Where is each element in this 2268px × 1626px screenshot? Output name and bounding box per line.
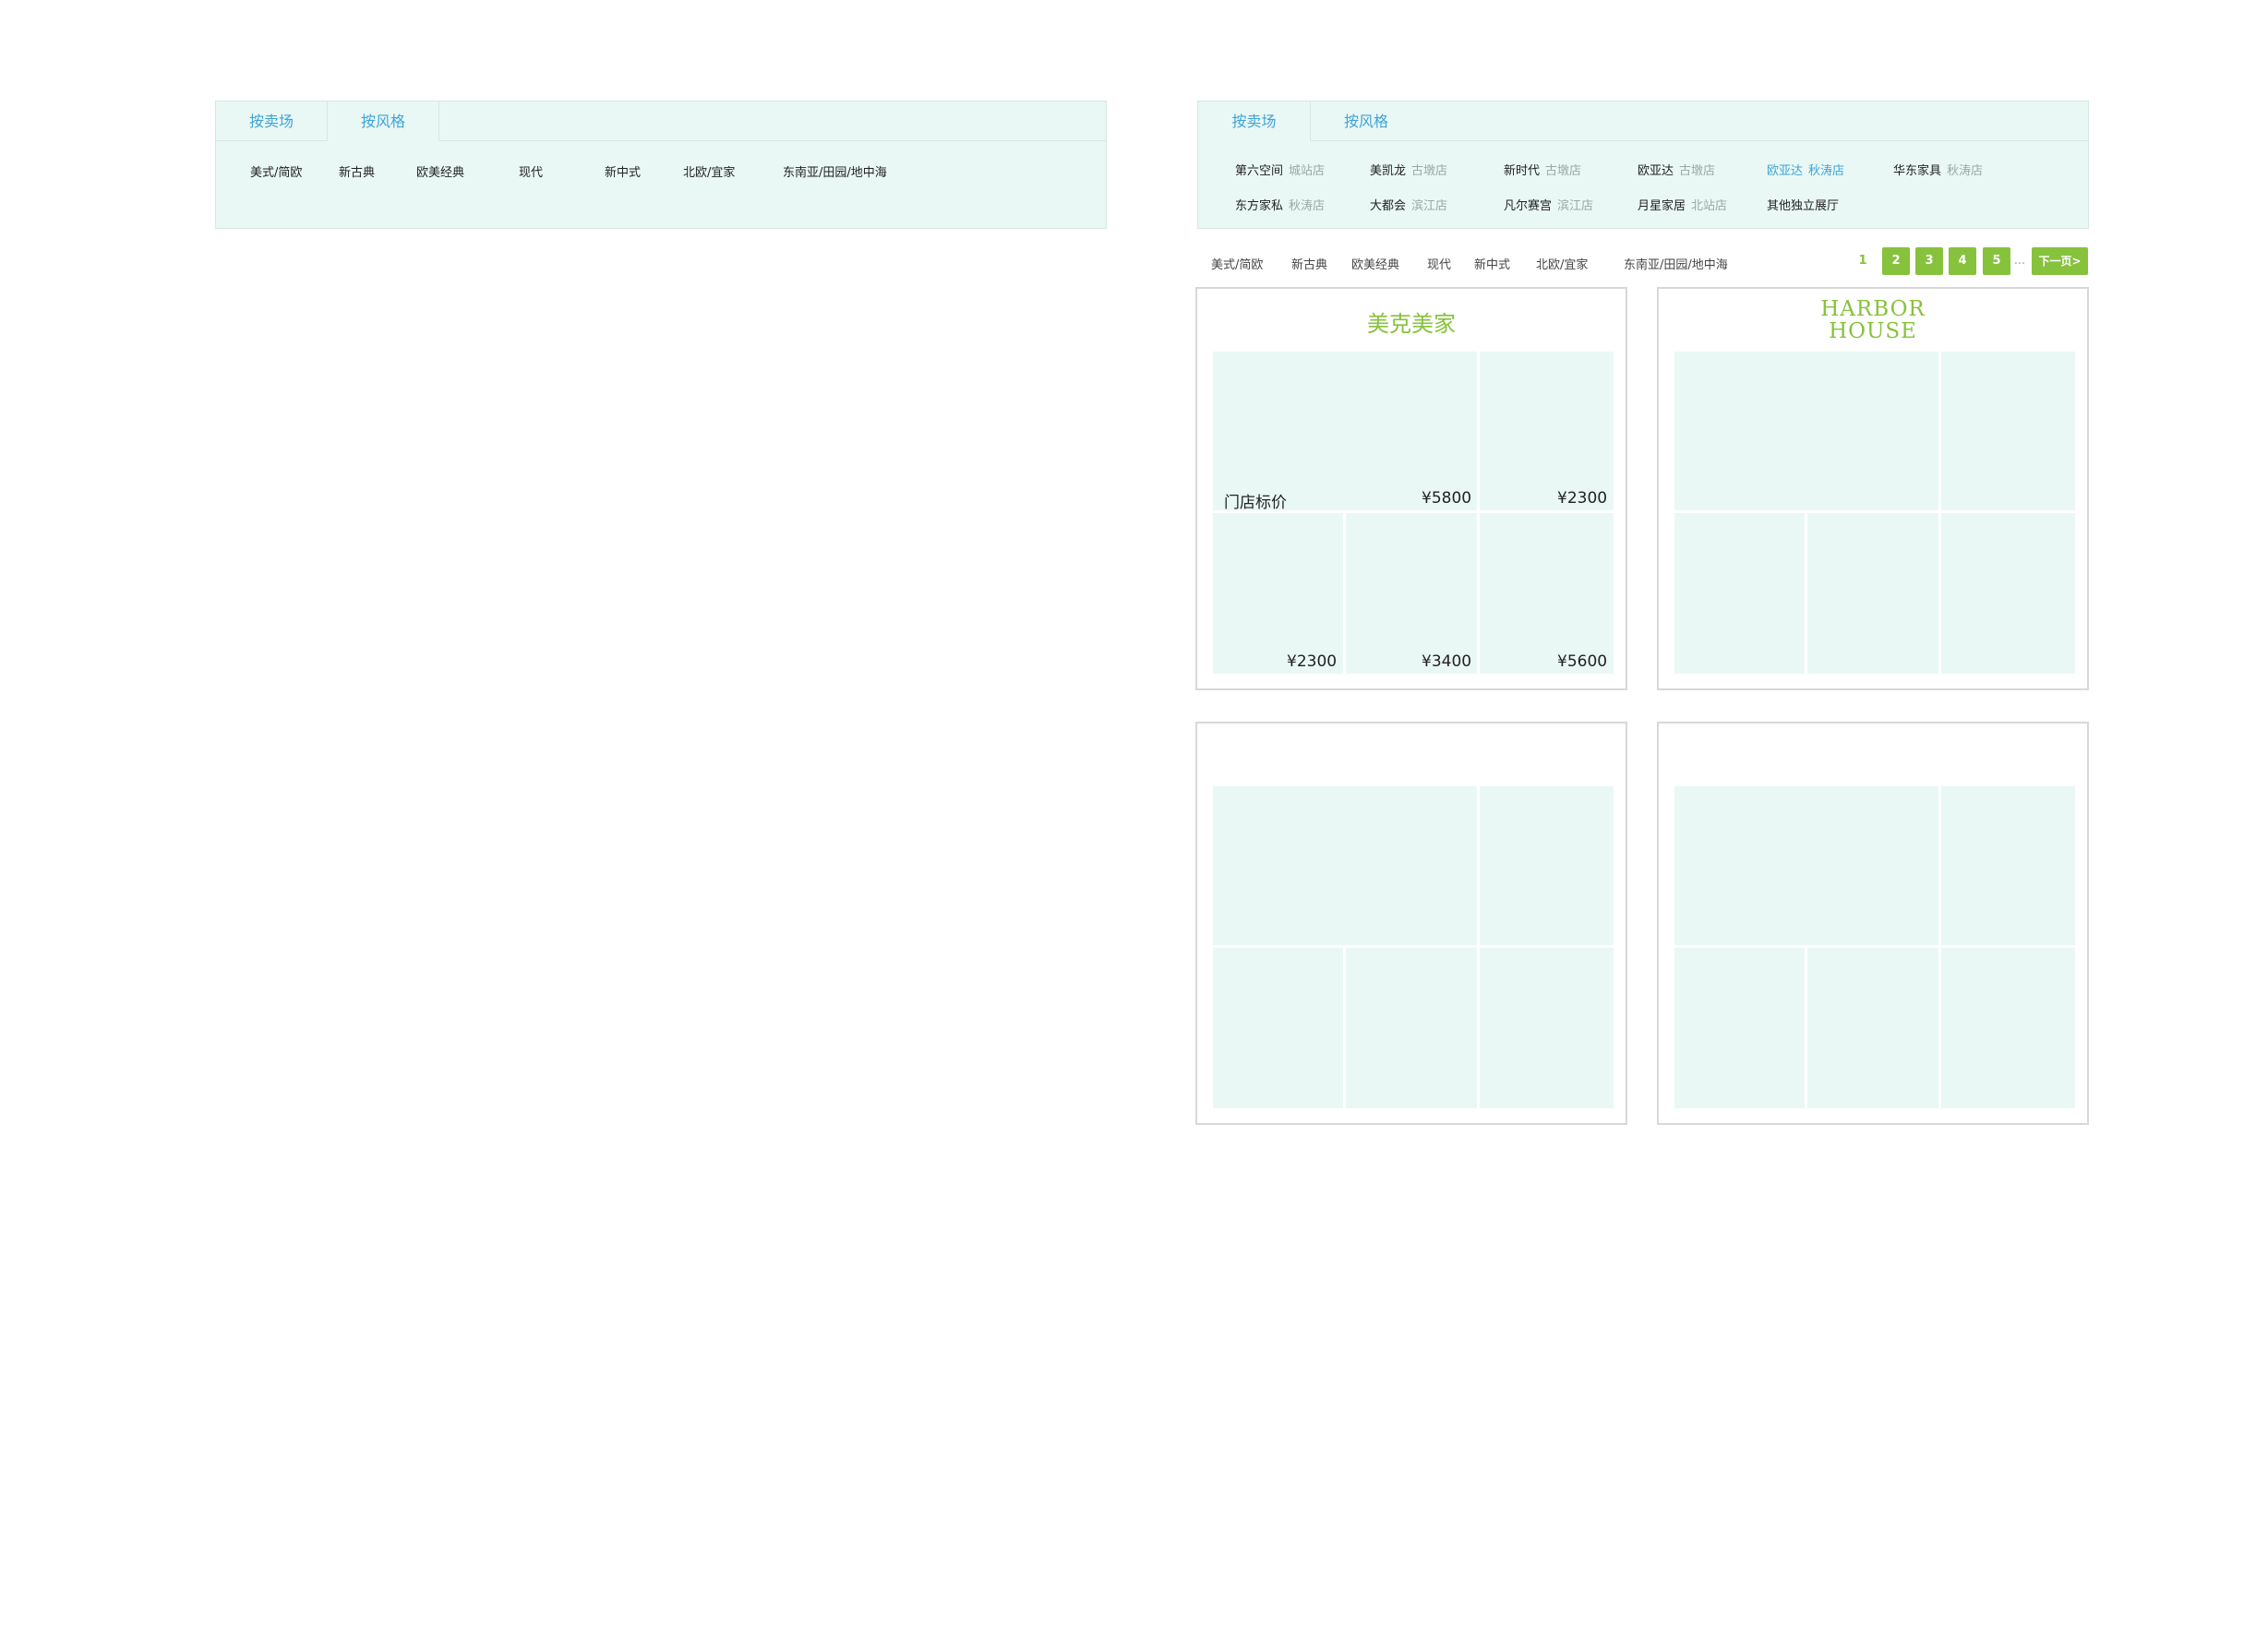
product-image[interactable] — [1480, 513, 1614, 674]
style-item[interactable]: 北欧/宜家 — [683, 162, 735, 180]
style-item[interactable]: 新中式 — [605, 162, 641, 180]
page-1-current[interactable]: 1 — [1852, 247, 1874, 275]
store-item[interactable]: 欧亚达 古墩店 — [1638, 161, 1715, 178]
product-image[interactable] — [1941, 948, 2075, 1108]
store-item[interactable]: 新时代 古墩店 — [1504, 161, 1581, 178]
brand-logo: 美克美家 — [1367, 311, 1456, 337]
product-image[interactable] — [1941, 352, 2075, 510]
product-image[interactable] — [1213, 948, 1343, 1108]
product-image[interactable] — [1346, 948, 1477, 1108]
style-filter-link[interactable]: 欧美经典 — [1351, 255, 1399, 272]
store-name: 欧亚达 — [1767, 164, 1804, 178]
style-item[interactable]: 美式/简欧 — [250, 162, 302, 180]
price-tag: ¥3400 — [1422, 652, 1472, 671]
brand-card[interactable] — [1657, 722, 2089, 1125]
style-filter-link[interactable]: 北欧/宜家 — [1536, 255, 1588, 272]
style-item[interactable]: 现代 — [519, 162, 543, 180]
store-location: 北站店 — [1691, 199, 1728, 213]
store-name: 东方家私 — [1235, 199, 1284, 213]
product-image[interactable] — [1674, 513, 1805, 674]
product-image[interactable] — [1674, 352, 1938, 510]
store-name: 凡尔赛宫 — [1504, 199, 1553, 213]
brand-card[interactable]: 美克美家 门店标价 ¥5800 ¥2300 ¥2300 ¥3400 ¥5600 — [1195, 287, 1627, 690]
price-tag: ¥5600 — [1557, 652, 1608, 671]
style-item[interactable]: 欧美经典 — [416, 162, 464, 180]
pagination-ellipsis: ... — [2013, 254, 2026, 268]
store-location: 秋涛店 — [1947, 164, 1984, 178]
page-2-button[interactable]: 2 — [1882, 247, 1910, 275]
price-label: 门店标价 — [1224, 494, 1287, 512]
style-filter-link[interactable]: 新古典 — [1291, 255, 1327, 272]
store-location: 秋涛店 — [1289, 199, 1326, 213]
product-image[interactable] — [1213, 513, 1343, 674]
brand-card[interactable] — [1195, 722, 1627, 1125]
price-tag: ¥5800 — [1422, 489, 1472, 508]
style-filter-link[interactable]: 现代 — [1427, 255, 1451, 272]
product-image[interactable] — [1213, 786, 1477, 945]
product-image[interactable] — [1674, 786, 1938, 945]
store-location: 城站店 — [1289, 164, 1326, 178]
product-image[interactable] — [1213, 352, 1477, 510]
store-location: 滨江店 — [1557, 199, 1594, 213]
store-item[interactable]: 其他独立展厅 — [1767, 196, 1839, 213]
product-image[interactable] — [1480, 786, 1614, 945]
style-item[interactable]: 东南亚/田园/地中海 — [783, 162, 887, 180]
store-location: 古墩店 — [1679, 164, 1716, 178]
store-item[interactable]: 美凯龙 古墩店 — [1370, 161, 1447, 178]
brand-card[interactable]: HARBOR HOUSE — [1657, 287, 2089, 690]
price-tag: ¥2300 — [1557, 489, 1608, 508]
product-image[interactable] — [1807, 513, 1938, 674]
store-name: 其他独立展厅 — [1767, 199, 1840, 213]
product-image[interactable] — [1674, 948, 1805, 1108]
store-item[interactable]: 东方家私 秋涛店 — [1235, 196, 1325, 213]
store-location: 古墩店 — [1411, 164, 1448, 178]
store-name: 新时代 — [1504, 164, 1541, 178]
store-item[interactable]: 大都会 滨江店 — [1370, 196, 1447, 213]
product-image[interactable] — [1941, 786, 2075, 945]
style-filter-link[interactable]: 美式/简欧 — [1211, 255, 1263, 272]
price-tag: ¥2300 — [1287, 652, 1338, 671]
store-item[interactable]: 第六空间 城站店 — [1235, 161, 1325, 178]
store-name: 欧亚达 — [1638, 164, 1674, 178]
tab-by-style[interactable]: 按风格 — [1311, 102, 1422, 140]
product-image[interactable] — [1807, 948, 1938, 1108]
brand-logo-line: HOUSE — [1829, 319, 1917, 343]
brand-logo-line: HARBOR — [1820, 297, 1926, 321]
product-image[interactable] — [1941, 513, 2075, 674]
store-name: 华东家具 — [1893, 164, 1942, 178]
tab-by-store[interactable]: 按卖场 — [1198, 102, 1311, 141]
store-item[interactable]: 华东家具 秋涛店 — [1893, 161, 1983, 178]
page-3-button[interactable]: 3 — [1915, 247, 1943, 275]
store-location: 秋涛店 — [1808, 164, 1845, 178]
style-tab-panel: 按卖场 按风格 美式/简欧 新古典 欧美经典 现代 新中式 北欧/宜家 东南亚/… — [215, 101, 1107, 229]
page-4-button[interactable]: 4 — [1949, 247, 1976, 275]
style-filter-link[interactable]: 东南亚/田园/地中海 — [1624, 255, 1728, 272]
style-filter-link[interactable]: 新中式 — [1474, 255, 1510, 272]
store-item[interactable]: 月星家居 北站店 — [1638, 196, 1727, 213]
tab-by-style[interactable]: 按风格 — [327, 102, 439, 141]
product-image[interactable] — [1480, 352, 1614, 510]
store-tab-panel: 按卖场 按风格 第六空间 城站店 美凯龙 古墩店 新时代 古墩店 欧亚达 古墩店 欧亚达… — [1197, 101, 2089, 229]
store-name: 大都会 — [1370, 199, 1407, 213]
product-image[interactable] — [1480, 948, 1614, 1108]
tab-by-store[interactable]: 按卖场 — [216, 102, 327, 140]
product-image[interactable] — [1346, 513, 1477, 674]
brand-logo: HARBOR HOUSE — [1659, 298, 2087, 342]
next-page-button[interactable]: 下一页> — [2032, 247, 2088, 275]
store-location: 古墩店 — [1545, 164, 1582, 178]
store-name: 月星家居 — [1638, 199, 1686, 213]
store-name: 第六空间 — [1235, 164, 1284, 178]
store-location: 滨江店 — [1411, 199, 1448, 213]
store-item-selected[interactable]: 欧亚达 秋涛店 — [1767, 161, 1844, 178]
store-name: 美凯龙 — [1370, 164, 1407, 178]
page-5-button[interactable]: 5 — [1983, 247, 2010, 275]
style-item[interactable]: 新古典 — [339, 162, 375, 180]
store-item[interactable]: 凡尔赛宫 滨江店 — [1504, 196, 1593, 213]
